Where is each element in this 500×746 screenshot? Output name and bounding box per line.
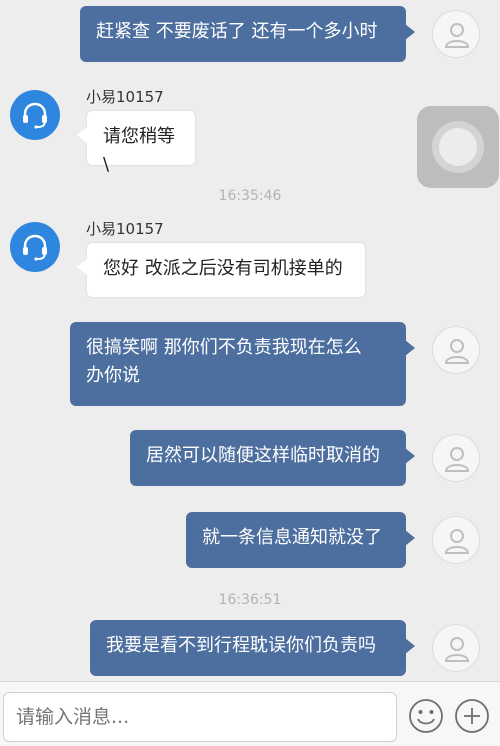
outgoing-message-bubble[interactable]: 赶紧查 不要废话了 还有一个多小时: [80, 6, 415, 62]
user-icon: [444, 447, 470, 472]
sender-name: 小易10157: [86, 220, 164, 238]
outgoing-message-bubble[interactable]: 我要是看不到行程耽误你们负责吗: [90, 620, 415, 676]
incoming-message-bubble[interactable]: 您好 改派之后没有司机接单的: [77, 242, 366, 298]
plus-icon: [455, 699, 489, 733]
message-text-line: 很搞笑啊 那你们不负责我现在怎么: [86, 337, 362, 358]
sender-name: 小易10157: [86, 88, 164, 106]
message-input-bar: [0, 681, 500, 746]
message-text: 我要是看不到行程耽误你们负责吗: [106, 635, 376, 656]
user-icon: [444, 339, 470, 364]
assistive-touch-button[interactable]: [417, 106, 499, 188]
message-text: 您好 改派之后没有司机接单的: [103, 258, 343, 279]
incoming-message-bubble[interactable]: 请您稍等\: [77, 110, 196, 175]
message-row: 我要是看不到行程耽误你们负责吗: [0, 620, 500, 676]
add-button[interactable]: [454, 698, 490, 734]
message-text: 居然可以随便这样临时取消的: [146, 445, 380, 466]
message-row: 小易10157 您好 改派之后没有司机接单的: [0, 218, 500, 298]
message-row: 就一条信息通知就没了: [0, 512, 500, 568]
outgoing-message-bubble[interactable]: 很搞笑啊 那你们不负责我现在怎么 办你说: [70, 322, 415, 406]
message-input[interactable]: [3, 692, 397, 742]
user-avatar[interactable]: [432, 624, 480, 672]
message-text-line: 办你说: [86, 365, 140, 386]
agent-avatar[interactable]: [10, 90, 60, 140]
agent-avatar[interactable]: [10, 222, 60, 272]
timestamp: 16:36:51: [218, 592, 282, 608]
user-avatar[interactable]: [432, 434, 480, 482]
message-text: 就一条信息通知就没了: [202, 527, 382, 548]
headset-icon: [23, 234, 47, 261]
message-row: 赶紧查 不要废话了 还有一个多小时: [0, 6, 500, 62]
user-icon: [444, 637, 470, 662]
emoji-button[interactable]: [408, 698, 444, 734]
user-avatar[interactable]: [432, 326, 480, 374]
user-avatar[interactable]: [432, 516, 480, 564]
timestamp: 16:35:46: [218, 188, 282, 204]
user-icon: [444, 529, 470, 554]
message-text: 赶紧查 不要废话了 还有一个多小时: [96, 21, 378, 42]
smiley-icon: [409, 699, 443, 733]
user-icon: [444, 23, 470, 48]
chat-area[interactable]: 赶紧查 不要废话了 还有一个多小时 小易10157 请您稍等\ 16:35:46…: [0, 0, 500, 678]
outgoing-message-bubble[interactable]: 居然可以随便这样临时取消的: [130, 430, 415, 486]
headset-icon: [23, 102, 47, 129]
message-row: 居然可以随便这样临时取消的: [0, 430, 500, 486]
outgoing-message-bubble[interactable]: 就一条信息通知就没了: [186, 512, 415, 568]
user-avatar[interactable]: [432, 10, 480, 58]
message-row: 很搞笑啊 那你们不负责我现在怎么 办你说: [0, 322, 500, 406]
message-text: 请您稍等\: [103, 126, 175, 175]
